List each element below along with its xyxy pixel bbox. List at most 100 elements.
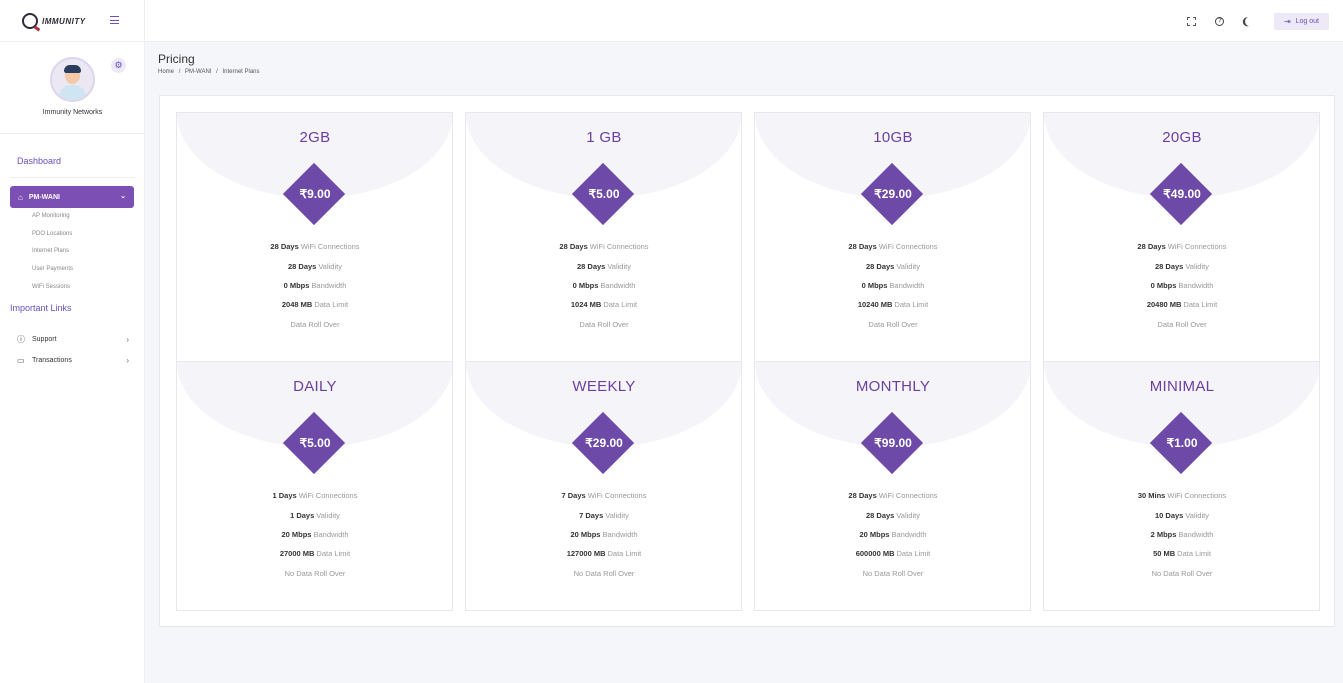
nav-transactions-label: Transactions <box>32 357 72 364</box>
connections-label: WiFi Connections <box>1167 491 1227 500</box>
validity-label: Validity <box>1185 262 1209 271</box>
nav-support[interactable]: ⓘ Support › <box>17 334 129 345</box>
theme-toggle-button[interactable] <box>1234 11 1262 31</box>
chevron-right-icon: › <box>126 356 129 365</box>
plan-card[interactable]: WEEKLY ₹29.00 7 Days WiFi Connections 7 Days… <box>465 361 742 611</box>
feature-validity: 7 Days Validity <box>466 511 741 520</box>
menu-toggle-icon[interactable] <box>110 16 119 24</box>
connections-value: 28 Days <box>270 242 299 251</box>
connections-label: WiFi Connections <box>1167 242 1227 251</box>
breadcrumb-internet-plans: Internet Plans <box>222 69 260 75</box>
data-limit-label: Data Limit <box>607 549 642 558</box>
logo-icon <box>22 13 38 29</box>
breadcrumb-separator: / <box>216 69 218 75</box>
data-limit-value: 27000 MB <box>279 549 315 558</box>
feature-bandwidth: 0 Mbps Bandwidth <box>466 281 741 290</box>
help-button[interactable]: ? <box>1206 11 1234 31</box>
feature-data-limit: 27000 MB Data Limit <box>177 549 452 558</box>
subnav-ap-monitoring[interactable]: AP Monitoring <box>32 211 73 229</box>
connections-label: WiFi Connections <box>300 242 360 251</box>
bandwidth-value: 20 Mbps <box>859 530 890 539</box>
bandwidth-label: Bandwidth <box>1178 530 1214 539</box>
fullscreen-button[interactable] <box>1178 11 1206 31</box>
plan-card[interactable]: MINIMAL ₹1.00 30 Mins WiFi Connections 10 Da… <box>1043 361 1320 611</box>
breadcrumb-separator: / <box>178 69 181 75</box>
page-title: Pricing <box>158 52 195 66</box>
subnav-user-payments[interactable]: User Payments <box>32 264 73 282</box>
feature-bandwidth: 20 Mbps Bandwidth <box>177 530 452 539</box>
bandwidth-label: Bandwidth <box>600 281 636 290</box>
feature-rollover: Data Roll Over <box>290 320 340 329</box>
feature-connections: 7 Days WiFi Connections <box>466 491 741 500</box>
data-limit-value: 600000 MB <box>855 549 895 558</box>
bandwidth-value: 0 Mbps <box>861 281 888 290</box>
plan-price: ₹29.00 <box>585 436 623 450</box>
logout-label: Log out <box>1295 17 1319 25</box>
chevron-down-icon: ⌄ <box>120 193 126 200</box>
feature-rollover: No Data Roll Over <box>862 569 924 578</box>
nav-dashboard[interactable]: Dashboard <box>17 156 61 166</box>
subnav-internet-plans[interactable]: Internet Plans <box>32 246 73 264</box>
feature-bandwidth: 20 Mbps Bandwidth <box>755 530 1030 539</box>
feature-rollover: Data Roll Over <box>1157 320 1207 329</box>
validity-value: 7 Days <box>579 511 604 520</box>
plan-price: ₹29.00 <box>874 187 912 201</box>
feature-connections: 28 Days WiFi Connections <box>755 242 1030 251</box>
connections-value: 28 Days <box>848 242 877 251</box>
subnav-list: AP Monitoring PDO Locations Internet Pla… <box>32 211 73 299</box>
transactions-icon: ▭ <box>17 356 25 365</box>
breadcrumb-pm-wani[interactable]: PM-WANI <box>185 69 211 75</box>
bandwidth-value: 20 Mbps <box>570 530 601 539</box>
plan-price: ₹5.00 <box>299 436 331 450</box>
feature-validity: 28 Days Validity <box>177 262 452 271</box>
bandwidth-value: 0 Mbps <box>1150 281 1177 290</box>
plan-price: ₹1.00 <box>1166 436 1198 450</box>
connections-label: WiFi Connections <box>298 491 358 500</box>
plan-card[interactable]: 20GB ₹49.00 28 Days WiFi Connections 28 Days… <box>1043 112 1320 362</box>
feature-rollover: No Data Roll Over <box>573 569 635 578</box>
subnav-wifi-sessions[interactable]: WiFi Sessions <box>32 282 73 300</box>
plan-card[interactable]: 10GB ₹29.00 28 Days WiFi Connections 28 Days… <box>754 112 1031 362</box>
profile-name: Immunity Networks <box>42 109 103 116</box>
connections-value: 28 Days <box>848 491 877 500</box>
connections-label: WiFi Connections <box>878 491 938 500</box>
settings-icon[interactable]: ⚙ <box>111 58 126 73</box>
logout-button[interactable]: ⇥ Log out <box>1273 12 1329 30</box>
logo[interactable]: IMMUNITY <box>22 13 86 29</box>
feature-bandwidth: 2 Mbps Bandwidth <box>1044 530 1319 539</box>
validity-value: 10 Days <box>1155 511 1184 520</box>
avatar[interactable] <box>50 57 95 102</box>
plan-name: MONTHLY <box>855 378 931 395</box>
feature-data-limit: 50 MB Data Limit <box>1044 549 1319 558</box>
bandwidth-value: 0 Mbps <box>572 281 599 290</box>
bandwidth-label: Bandwidth <box>891 530 927 539</box>
plan-name: 10GB <box>873 129 913 146</box>
data-limit-label: Data Limit <box>1177 549 1211 558</box>
plan-card[interactable]: 2GB ₹9.00 28 Days WiFi Connections 28 Days Va… <box>176 112 453 362</box>
plan-card[interactable]: MONTHLY ₹99.00 28 Days WiFi Connections 28 D… <box>754 361 1031 611</box>
feature-connections: 28 Days WiFi Connections <box>1044 242 1319 251</box>
feature-data-limit: 127000 MB Data Limit <box>466 549 741 558</box>
plan-name: DAILY <box>293 378 337 395</box>
nav-pm-wani[interactable]: ⌂ PM-WANI ⌄ <box>10 186 134 208</box>
help-icon: ? <box>1215 16 1225 26</box>
profile-section: ⚙ Immunity Networks <box>0 42 144 134</box>
plan-card[interactable]: DAILY ₹5.00 1 Days WiFi Connections 1 Days Va… <box>176 361 453 611</box>
nav-transactions[interactable]: ▭ Transactions › <box>17 356 129 365</box>
validity-label: Validity <box>316 511 340 520</box>
sidebar: ⚙ Immunity Networks Dashboard ⌂ PM-WANI … <box>0 42 145 683</box>
connections-value: 30 Mins <box>1137 491 1166 500</box>
feature-data-limit: 20480 MB Data Limit <box>1044 300 1319 309</box>
feature-validity: 1 Days Validity <box>177 511 452 520</box>
feature-data-limit: 10240 MB Data Limit <box>755 300 1030 309</box>
breadcrumb-home[interactable]: Home <box>158 69 174 75</box>
plan-name: 1 GB <box>586 129 622 146</box>
subnav-pdo-locations[interactable]: PDO Locations <box>32 229 73 247</box>
feature-validity: 28 Days Validity <box>755 262 1030 271</box>
plan-card[interactable]: 1 GB ₹5.00 28 Days WiFi Connections 28 Days V… <box>465 112 742 362</box>
plan-price: ₹5.00 <box>588 187 620 201</box>
validity-label: Validity <box>896 511 920 520</box>
validity-value: 1 Days <box>290 511 315 520</box>
data-limit-label: Data Limit <box>603 300 638 309</box>
data-limit-label: Data Limit <box>316 549 351 558</box>
